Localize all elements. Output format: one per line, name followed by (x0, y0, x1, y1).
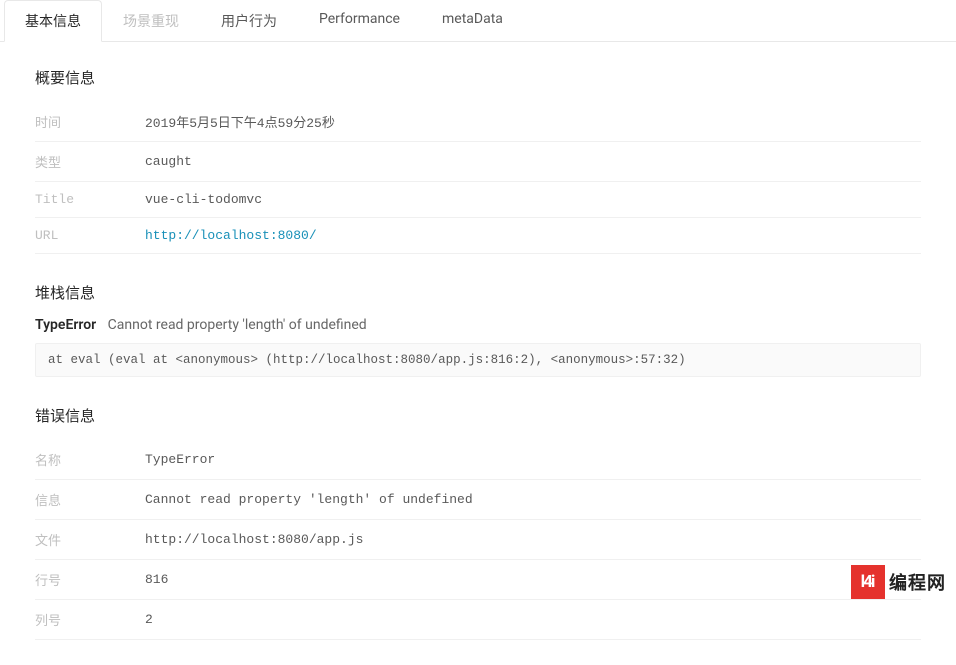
error-msg-value: Cannot read property 'length' of undefin… (145, 480, 921, 520)
tab-user-behavior[interactable]: 用户行为 (200, 0, 298, 41)
summary-url-label: URL (35, 218, 145, 254)
error-name-value: TypeError (145, 440, 921, 480)
tab-basic-info[interactable]: 基本信息 (4, 0, 102, 42)
summary-table: 时间 2019年5月5日下午4点59分25秒 类型 caught Title v… (35, 102, 921, 254)
summary-row-time: 时间 2019年5月5日下午4点59分25秒 (35, 102, 921, 142)
stack-title: 堆栈信息 (35, 282, 921, 303)
summary-title-value: vue-cli-todomvc (145, 182, 921, 218)
error-row-name: 名称 TypeError (35, 440, 921, 480)
summary-url-value[interactable]: http://localhost:8080/ (145, 218, 921, 254)
summary-title-label: Title (35, 182, 145, 218)
error-name-label: 名称 (35, 440, 145, 480)
summary-type-label: 类型 (35, 142, 145, 182)
error-section: 错误信息 名称 TypeError 信息 Cannot read propert… (35, 405, 921, 640)
summary-type-value: caught (145, 142, 921, 182)
summary-section: 概要信息 时间 2019年5月5日下午4点59分25秒 类型 caught Ti… (35, 67, 921, 254)
error-line-value: 816 (145, 560, 921, 600)
summary-row-title: Title vue-cli-todomvc (35, 182, 921, 218)
error-col-value: 2 (145, 600, 921, 640)
summary-time-value: 2019年5月5日下午4点59分25秒 (145, 102, 921, 142)
tab-metadata[interactable]: metaData (421, 0, 524, 41)
error-file-value: http://localhost:8080/app.js (145, 520, 921, 560)
error-row-file: 文件 http://localhost:8080/app.js (35, 520, 921, 560)
watermark-text: 编程网 (889, 569, 946, 595)
summary-title: 概要信息 (35, 67, 921, 88)
error-table: 名称 TypeError 信息 Cannot read property 'le… (35, 440, 921, 640)
summary-row-url: URL http://localhost:8080/ (35, 218, 921, 254)
summary-time-label: 时间 (35, 102, 145, 142)
content-area: 概要信息 时间 2019年5月5日下午4点59分25秒 类型 caught Ti… (0, 42, 956, 665)
error-msg-label: 信息 (35, 480, 145, 520)
stack-trace: at eval (eval at <anonymous> (http://loc… (35, 343, 921, 377)
error-line-label: 行号 (35, 560, 145, 600)
error-row-col: 列号 2 (35, 600, 921, 640)
error-file-label: 文件 (35, 520, 145, 560)
tab-bar: 基本信息 场景重现 用户行为 Performance metaData (0, 0, 956, 42)
error-title: 错误信息 (35, 405, 921, 426)
summary-row-type: 类型 caught (35, 142, 921, 182)
error-col-label: 列号 (35, 600, 145, 640)
stack-error-message: Cannot read property 'length' of undefin… (108, 317, 367, 333)
watermark-logo-icon: l4i (851, 565, 885, 599)
tab-performance[interactable]: Performance (298, 0, 421, 41)
tab-scene-replay[interactable]: 场景重现 (102, 0, 200, 41)
stack-section: 堆栈信息 TypeError Cannot read property 'len… (35, 282, 921, 377)
stack-error-type: TypeError (35, 317, 96, 333)
error-row-msg: 信息 Cannot read property 'length' of unde… (35, 480, 921, 520)
error-row-line: 行号 816 (35, 560, 921, 600)
watermark: l4i 编程网 (851, 565, 946, 599)
stack-header: TypeError Cannot read property 'length' … (35, 317, 921, 333)
